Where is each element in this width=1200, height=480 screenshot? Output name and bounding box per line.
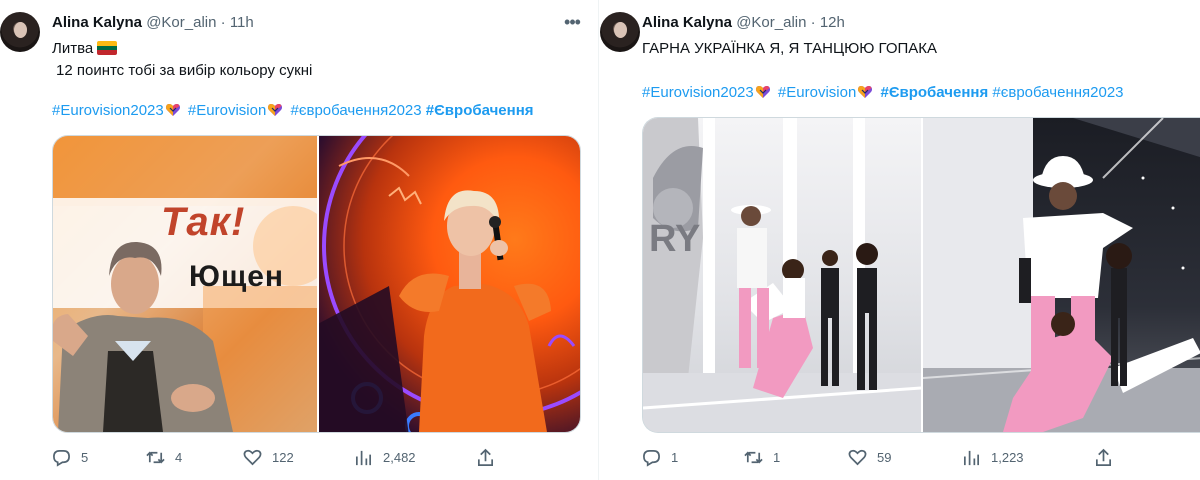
hashtag-link[interactable]: #Eurovision2023 <box>642 84 754 101</box>
avatar[interactable] <box>0 12 40 52</box>
tweet-text-line: 12 поинтс тобі за вибір кольору сукні <box>56 62 313 79</box>
views-icon <box>355 450 372 465</box>
hashtag-link[interactable]: #Євробачення <box>426 102 534 119</box>
header-separator: · <box>810 14 816 31</box>
hashtag-row: #Eurovision2023 #Eurovision #Євробачення… <box>642 84 1124 101</box>
tweet-1[interactable]: Alina Kalyna @Kor_alin · 11h ••• Литва 1… <box>0 0 598 480</box>
share-icon <box>1095 448 1112 466</box>
share-icon <box>477 448 494 466</box>
like-button[interactable]: 122 <box>243 446 294 468</box>
hashtag-link[interactable]: #Євробачення <box>880 84 988 101</box>
view-count: 1,223 <box>991 449 1024 465</box>
media-grid[interactable]: Так! Ющен <box>52 135 581 433</box>
share-button[interactable] <box>1094 446 1113 468</box>
header-separator: · <box>220 14 226 31</box>
like-count: 59 <box>877 449 892 465</box>
views-button[interactable]: 2,482 <box>354 446 416 468</box>
reply-button[interactable]: 1 <box>642 446 678 468</box>
media-photo-illustration <box>643 118 921 432</box>
media-photo-left[interactable]: Так! Ющен <box>53 136 317 432</box>
hashtag-link[interactable]: #Eurovision <box>778 84 856 101</box>
media-photo-illustration <box>319 136 580 432</box>
retweet-icon <box>744 451 763 463</box>
reply-button[interactable]: 5 <box>52 446 88 468</box>
like-icon <box>243 449 262 465</box>
eurovision-heart-icon <box>755 84 771 100</box>
views-button[interactable]: 1,223 <box>962 446 1024 468</box>
view-count: 2,482 <box>383 449 416 465</box>
retweet-count: 1 <box>773 449 781 465</box>
tweet-header: Alina Kalyna @Kor_alin · 12h <box>642 14 845 31</box>
like-icon <box>848 449 867 465</box>
author-name[interactable]: Alina Kalyna <box>52 14 142 31</box>
reply-count: 5 <box>81 449 89 465</box>
media-photo-left[interactable]: RY <box>643 118 921 432</box>
tweet-time[interactable]: 12h <box>820 14 845 31</box>
media-text: RY <box>649 218 701 260</box>
tweet-text-line: Литва <box>52 40 118 57</box>
hashtag-row: #Eurovision2023 #Eurovision #євробачення… <box>52 102 534 119</box>
media-grid[interactable]: RY <box>642 117 1200 433</box>
lithuania-flag-icon <box>97 41 118 55</box>
hashtag-link[interactable]: #Eurovision2023 <box>52 102 164 119</box>
reply-icon <box>643 449 660 467</box>
retweet-button[interactable]: 1 <box>744 446 780 468</box>
hashtag-link[interactable]: #євробачення2023 <box>290 102 421 119</box>
media-photo-illustration <box>923 118 1200 432</box>
media-text: Ющен <box>189 260 285 293</box>
reply-icon <box>53 449 70 467</box>
hashtag-link[interactable]: #Eurovision <box>188 102 266 119</box>
like-button[interactable]: 59 <box>848 446 891 468</box>
retweet-button[interactable]: 4 <box>146 446 182 468</box>
author-name[interactable]: Alina Kalyna <box>642 14 732 31</box>
media-photo-right[interactable] <box>319 136 580 432</box>
tweet-divider <box>598 0 599 480</box>
author-handle[interactable]: @Kor_alin <box>736 14 806 31</box>
tweet-text: Литва <box>52 40 94 57</box>
reply-count: 1 <box>671 449 679 465</box>
views-icon <box>963 450 980 465</box>
share-button[interactable] <box>476 446 495 468</box>
eurovision-heart-icon <box>857 84 873 100</box>
media-text: Так! <box>161 200 246 244</box>
avatar[interactable] <box>600 12 640 52</box>
eurovision-heart-icon <box>165 102 181 118</box>
media-photo-right[interactable] <box>923 118 1200 432</box>
more-icon[interactable]: ••• <box>560 12 584 36</box>
retweet-count: 4 <box>175 449 183 465</box>
hashtag-link[interactable]: #євробачення2023 <box>992 84 1123 101</box>
action-bar: 5 4 122 2,482 <box>52 446 579 470</box>
tweet-time[interactable]: 11h <box>230 14 254 31</box>
eurovision-heart-icon <box>267 102 283 118</box>
tweet-text-line: ГАРНА УКРАЇНКА Я, Я ТАНЦЮЮ ГОПАКА <box>642 40 938 57</box>
like-count: 122 <box>272 449 294 465</box>
tweet-2[interactable]: Alina Kalyna @Kor_alin · 12h ГАРНА УКРАЇ… <box>600 0 1200 480</box>
retweet-icon <box>146 451 165 463</box>
tweet-header: Alina Kalyna @Kor_alin · 11h <box>52 14 254 31</box>
action-bar: 1 1 59 1,223 <box>642 446 1200 470</box>
author-handle[interactable]: @Kor_alin <box>146 14 216 31</box>
